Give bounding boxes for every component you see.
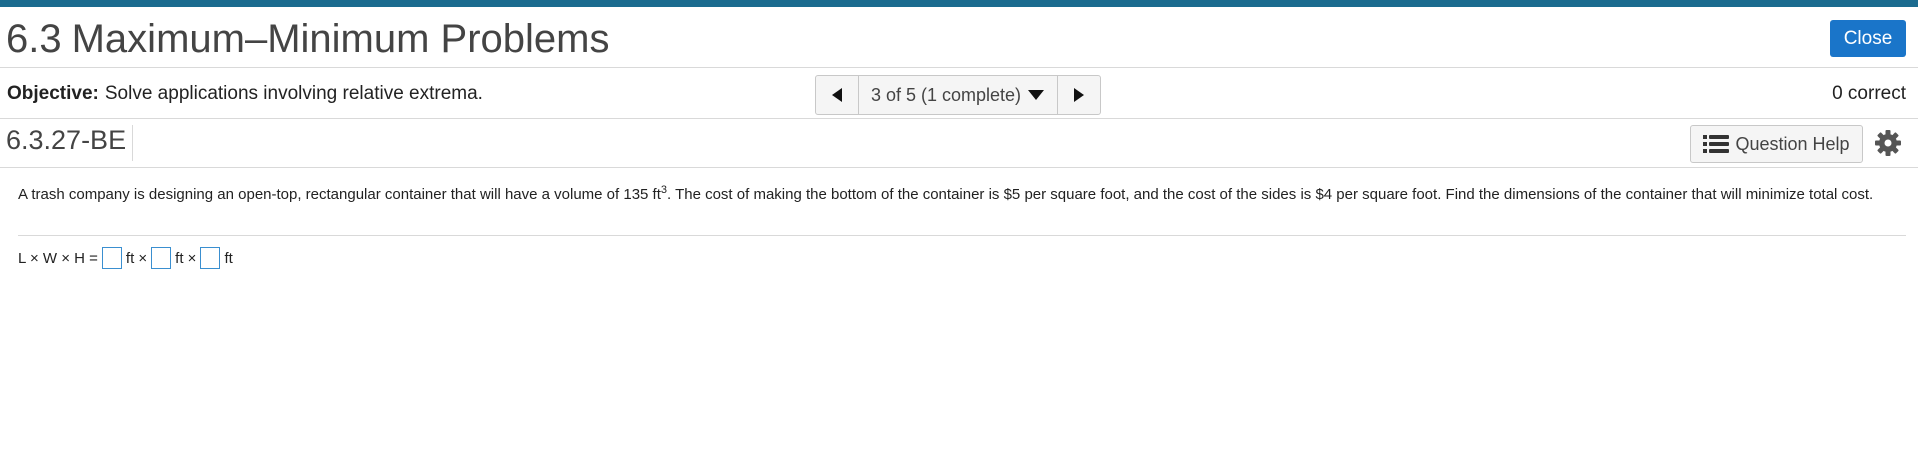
objective-bar: Objective: Solve applications involving r…: [0, 68, 1918, 119]
question-text-part-2: . The cost of making the bottom of the c…: [667, 186, 1874, 203]
length-answer-input[interactable]: [101, 247, 122, 269]
width-answer-input[interactable]: [151, 247, 172, 269]
objective-text: Solve applications involving relative ex…: [104, 83, 483, 104]
question-position-text: 3 of 5 (1 complete): [870, 84, 1022, 105]
question-divider: [18, 235, 1906, 236]
triangle-left-icon: [832, 88, 842, 102]
answer-row: L × W × H = ft × ft × ft: [18, 246, 233, 270]
question-text-part-1: A trash company is designing an open-top…: [18, 186, 661, 203]
page-title: 6.3 Maximum–Minimum Problems: [6, 17, 609, 62]
question-help-label: Question Help: [1735, 133, 1850, 154]
height-answer-input[interactable]: [200, 247, 221, 269]
section-title: Maximum–Minimum Problems: [71, 17, 610, 61]
length-unit: ft ×: [125, 249, 148, 267]
question-header: 6.3.27-BE Question Help: [0, 119, 1918, 168]
previous-question-button[interactable]: [816, 76, 859, 114]
objective: Objective: Solve applications involving r…: [7, 83, 483, 105]
close-button[interactable]: Close: [1830, 20, 1906, 57]
question-position-dropdown[interactable]: 3 of 5 (1 complete): [859, 76, 1057, 114]
question-text: A trash company is designing an open-top…: [18, 180, 1898, 205]
width-unit: ft ×: [175, 249, 197, 267]
question-navigator: 3 of 5 (1 complete): [815, 75, 1101, 115]
objective-label: Objective:: [7, 83, 99, 104]
caret-down-icon: [1028, 90, 1045, 100]
list-icon: [1703, 134, 1730, 154]
height-unit: ft: [224, 249, 233, 267]
score-text: 0 correct: [1832, 83, 1906, 104]
top-accent-bar: [0, 0, 1918, 7]
question-id: 6.3.27-BE: [6, 125, 134, 161]
section-number: 6.3: [6, 17, 62, 61]
question-help-button[interactable]: Question Help: [1690, 125, 1863, 163]
settings-button[interactable]: [1874, 129, 1902, 157]
next-question-button[interactable]: [1057, 76, 1100, 114]
gear-icon: [1875, 130, 1901, 156]
answer-prefix: L × W × H =: [18, 249, 98, 267]
title-bar: 6.3 Maximum–Minimum Problems Close: [0, 7, 1918, 68]
triangle-right-icon: [1074, 88, 1084, 102]
